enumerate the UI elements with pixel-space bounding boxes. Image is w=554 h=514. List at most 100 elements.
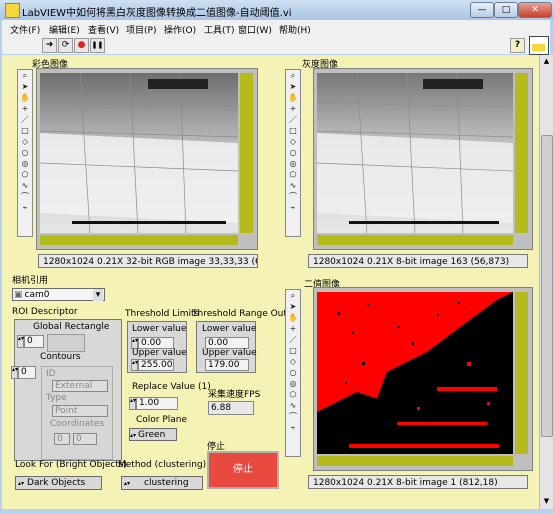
oval-icon[interactable]: ○ bbox=[287, 368, 299, 378]
threshold-upper-value[interactable]: 255.00 bbox=[138, 359, 174, 371]
global-rect-increment[interactable]: ▴▾ bbox=[17, 335, 24, 348]
freehand-icon[interactable]: ∿ bbox=[287, 401, 299, 411]
replace-value-label: Replace Value (1) bbox=[132, 382, 211, 392]
color-image-display[interactable] bbox=[36, 68, 258, 250]
menu-edit[interactable]: 编辑(E) bbox=[49, 23, 80, 36]
threshold-upper-increment[interactable]: ▴▾ bbox=[131, 359, 138, 371]
menu-tools[interactable]: 工具(T) bbox=[204, 23, 235, 36]
look-for-selector[interactable]: ▴▾ Dark Objects bbox=[15, 476, 102, 490]
pause-icon[interactable]: ❚❚ bbox=[90, 38, 105, 53]
roi-descriptor-label: ROI Descriptor bbox=[12, 307, 78, 317]
contours-increment[interactable]: ▴▾ bbox=[11, 366, 18, 379]
broken-line-icon[interactable]: ⌁ bbox=[287, 203, 299, 213]
rectangle-icon[interactable]: □ bbox=[287, 346, 299, 356]
polyline-icon[interactable]: ⌒ bbox=[287, 192, 299, 202]
abort-icon[interactable]: ● bbox=[74, 38, 89, 53]
freehand-icon[interactable]: ∿ bbox=[287, 181, 299, 191]
menu-project[interactable]: 项目(P) bbox=[126, 23, 156, 36]
line-icon[interactable]: ／ bbox=[287, 335, 299, 345]
pan-icon[interactable]: ✋ bbox=[19, 93, 31, 103]
stop-button[interactable]: 停止 bbox=[207, 451, 279, 489]
color-plane-selector[interactable]: ▴▾ Green bbox=[129, 428, 177, 441]
menu-operate[interactable]: 操作(O) bbox=[164, 23, 196, 36]
vi-icon bbox=[529, 36, 549, 55]
polygon-icon[interactable]: ⬠ bbox=[19, 170, 31, 180]
freehand-icon[interactable]: ∿ bbox=[19, 181, 31, 191]
gray-image-vscroll[interactable] bbox=[515, 73, 528, 233]
window-vscroll[interactable]: ▲ ▼ bbox=[539, 55, 553, 509]
annulus-icon[interactable]: ◎ bbox=[287, 379, 299, 389]
scroll-thumb[interactable] bbox=[541, 135, 553, 437]
scroll-down-arrow-icon[interactable]: ▼ bbox=[540, 495, 553, 507]
menu-file[interactable]: 文件(F) bbox=[10, 23, 40, 36]
rotated-rect-icon[interactable]: ◇ bbox=[19, 137, 31, 147]
maximize-button[interactable]: □ bbox=[494, 2, 518, 18]
binary-image-display[interactable] bbox=[313, 287, 533, 471]
color-image-hscroll[interactable] bbox=[40, 235, 238, 245]
pointer-icon[interactable]: ➤ bbox=[287, 82, 299, 92]
chevron-down-icon[interactable]: ▾ bbox=[93, 289, 103, 301]
menu-view[interactable]: 查看(V) bbox=[88, 23, 119, 36]
method-selector[interactable]: ▴▾ clustering bbox=[121, 476, 203, 490]
rotated-rect-icon[interactable]: ◇ bbox=[287, 357, 299, 367]
gray-image-display[interactable] bbox=[313, 68, 533, 250]
point-icon[interactable]: + bbox=[287, 104, 299, 114]
camera-icon: ▣ bbox=[14, 290, 23, 300]
look-for-label: Look For (Bright Objects) bbox=[15, 460, 128, 470]
color-image-content bbox=[40, 73, 238, 233]
color-image-status: 1280x1024 0.21X 32-bit RGB image 33,33,3… bbox=[38, 254, 258, 268]
point-icon[interactable]: + bbox=[19, 104, 31, 114]
rectangle-icon[interactable]: □ bbox=[19, 126, 31, 136]
pointer-icon[interactable]: ➤ bbox=[19, 82, 31, 92]
replace-value-input[interactable]: 1.00 bbox=[136, 397, 178, 410]
broken-line-icon[interactable]: ⌁ bbox=[19, 203, 31, 213]
run-arrow-icon[interactable]: ➜ bbox=[42, 38, 57, 53]
gray-image-content bbox=[317, 73, 513, 233]
replace-value-increment[interactable]: ▴▾ bbox=[129, 397, 136, 410]
camera-selector[interactable]: ▣ cam0 ▾ bbox=[12, 288, 105, 301]
stop-button-label: 停止 bbox=[233, 464, 253, 475]
scroll-up-arrow-icon[interactable]: ▲ bbox=[540, 55, 553, 67]
global-rect-array bbox=[47, 334, 85, 352]
binary-image-vscroll[interactable] bbox=[515, 292, 528, 454]
labview-app-icon bbox=[5, 3, 20, 18]
color-image-vscroll[interactable] bbox=[240, 73, 253, 233]
pan-icon[interactable]: ✋ bbox=[287, 93, 299, 103]
binary-image-content bbox=[317, 292, 513, 454]
polygon-icon[interactable]: ⬠ bbox=[287, 170, 299, 180]
method-value: clustering bbox=[144, 478, 189, 488]
contours-index[interactable]: 0 bbox=[18, 366, 36, 379]
annulus-icon[interactable]: ◎ bbox=[287, 159, 299, 169]
menu-window[interactable]: 窗口(W) bbox=[238, 23, 272, 36]
threshold-range-out-label: Threshold Range Out bbox=[192, 309, 287, 319]
pan-icon[interactable]: ✋ bbox=[287, 313, 299, 323]
line-icon[interactable]: ／ bbox=[19, 115, 31, 125]
run-continuously-icon[interactable]: ⟳ bbox=[58, 38, 73, 53]
front-panel: 彩色图像 ⌕ ➤ ✋ + ／ □ ◇ ○ ◎ ⬠ ∿ ⌒ ⌁ 1280x1024… bbox=[2, 55, 539, 509]
coordinates-label: Coordinates bbox=[50, 419, 105, 429]
polyline-icon[interactable]: ⌒ bbox=[19, 192, 31, 202]
zoom-icon[interactable]: ⌕ bbox=[19, 71, 31, 81]
annulus-icon[interactable]: ◎ bbox=[19, 159, 31, 169]
global-rect-label: Global Rectangle bbox=[33, 322, 110, 332]
context-help-icon[interactable]: ? bbox=[510, 38, 525, 53]
oval-icon[interactable]: ○ bbox=[19, 148, 31, 158]
rotated-rect-icon[interactable]: ◇ bbox=[287, 137, 299, 147]
oval-icon[interactable]: ○ bbox=[287, 148, 299, 158]
broken-line-icon[interactable]: ⌁ bbox=[287, 423, 299, 433]
line-icon[interactable]: ／ bbox=[287, 115, 299, 125]
pointer-icon[interactable]: ➤ bbox=[287, 302, 299, 312]
menu-help[interactable]: 帮助(H) bbox=[279, 23, 311, 36]
id-value: External bbox=[52, 380, 108, 392]
zoom-icon[interactable]: ⌕ bbox=[287, 71, 299, 81]
binary-image-hscroll[interactable] bbox=[317, 456, 513, 466]
polyline-icon[interactable]: ⌒ bbox=[287, 412, 299, 422]
minimize-button[interactable]: — bbox=[470, 2, 494, 18]
close-button[interactable]: ✕ bbox=[518, 2, 552, 18]
global-rect-index[interactable]: 0 bbox=[24, 335, 44, 348]
zoom-icon[interactable]: ⌕ bbox=[287, 291, 299, 301]
gray-image-hscroll[interactable] bbox=[317, 235, 513, 245]
polygon-icon[interactable]: ⬠ bbox=[287, 390, 299, 400]
rectangle-icon[interactable]: □ bbox=[287, 126, 299, 136]
point-icon[interactable]: + bbox=[287, 324, 299, 334]
